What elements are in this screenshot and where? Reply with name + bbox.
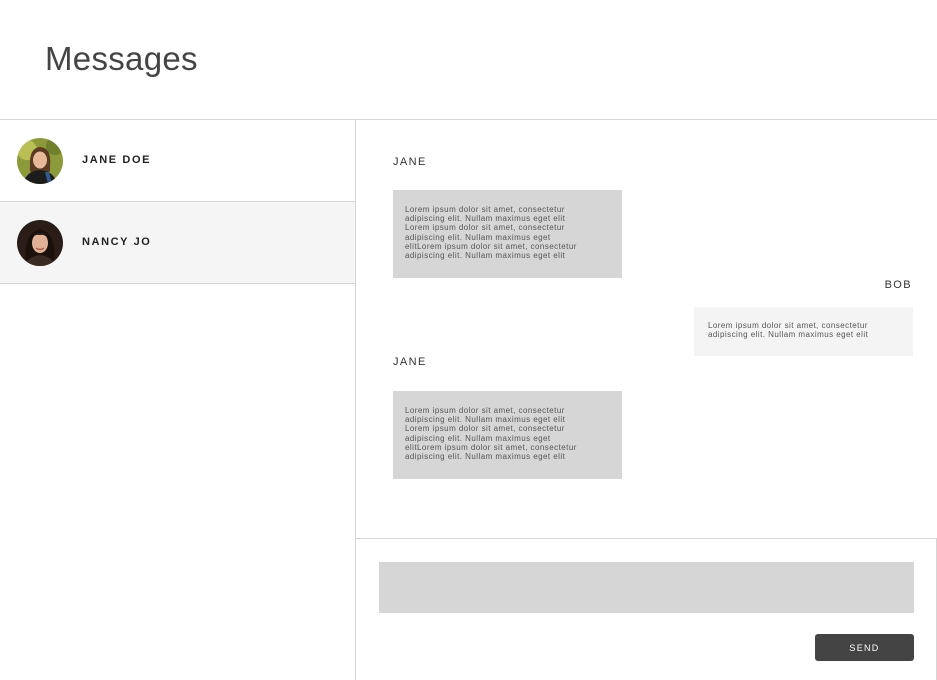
message-line: adipiscing elit. Nullam maximus eget (405, 433, 551, 443)
contact-name: JANE DOE (82, 154, 152, 166)
contact-list: JANE DOE NANCY JO (0, 120, 356, 680)
message-line: elitLorem ipsum dolor sit amet, consecte… (405, 442, 577, 452)
send-button[interactable]: SEND (815, 634, 914, 661)
message-line: adipiscing elit. Nullam maximus eget eli… (405, 452, 566, 462)
message-line: adipiscing elit. Nullam maximus eget eli… (405, 415, 566, 425)
avatar-nancy-jo (17, 220, 63, 266)
messages-app: Messages JANE DOE NANCY JO JANE Lorem ip… (0, 0, 937, 680)
message-sender: JANE (393, 156, 427, 168)
message-line: Lorem ipsum dolor sit amet, consectetur (405, 406, 565, 415)
page-title: Messages (45, 40, 198, 77)
message-line: adipiscing elit. Nullam maximus eget eli… (405, 214, 566, 224)
incoming-message-bubble: Lorem ipsum dolor sit amet, consectetur … (393, 190, 622, 278)
contact-jane-doe[interactable]: JANE DOE (0, 120, 355, 202)
message-line: Lorem ipsum dolor sit amet, consectetur (708, 321, 868, 330)
message-line: Lorem ipsum dolor sit amet, consectetur (405, 424, 565, 434)
message-line: adipiscing elit. Nullam maximus eget (405, 232, 551, 242)
message-composer: SEND (356, 538, 937, 680)
message-line: adipiscing elit. Nullam maximus eget eli… (405, 251, 566, 261)
conversation-panel: JANE Lorem ipsum dolor sit amet, consect… (356, 120, 937, 680)
message-sender: JANE (393, 356, 427, 368)
outgoing-message-bubble: Lorem ipsum dolor sit amet, consectetur … (694, 307, 913, 356)
avatar-jane-doe (17, 138, 63, 184)
message-line: Lorem ipsum dolor sit amet, consectetur (405, 223, 565, 233)
message-line: elitLorem ipsum dolor sit amet, consecte… (405, 241, 577, 251)
contact-name: NANCY JO (82, 236, 152, 248)
message-line: adipiscing elit. Nullam maximus eget eli… (708, 330, 869, 340)
incoming-message-bubble: Lorem ipsum dolor sit amet, consectetur … (393, 391, 622, 479)
page-header: Messages (0, 0, 937, 120)
message-sender: BOB (884, 279, 912, 291)
contact-nancy-jo[interactable]: NANCY JO (0, 202, 355, 284)
message-line: Lorem ipsum dolor sit amet, consectetur (405, 205, 565, 214)
message-input[interactable] (379, 562, 914, 613)
